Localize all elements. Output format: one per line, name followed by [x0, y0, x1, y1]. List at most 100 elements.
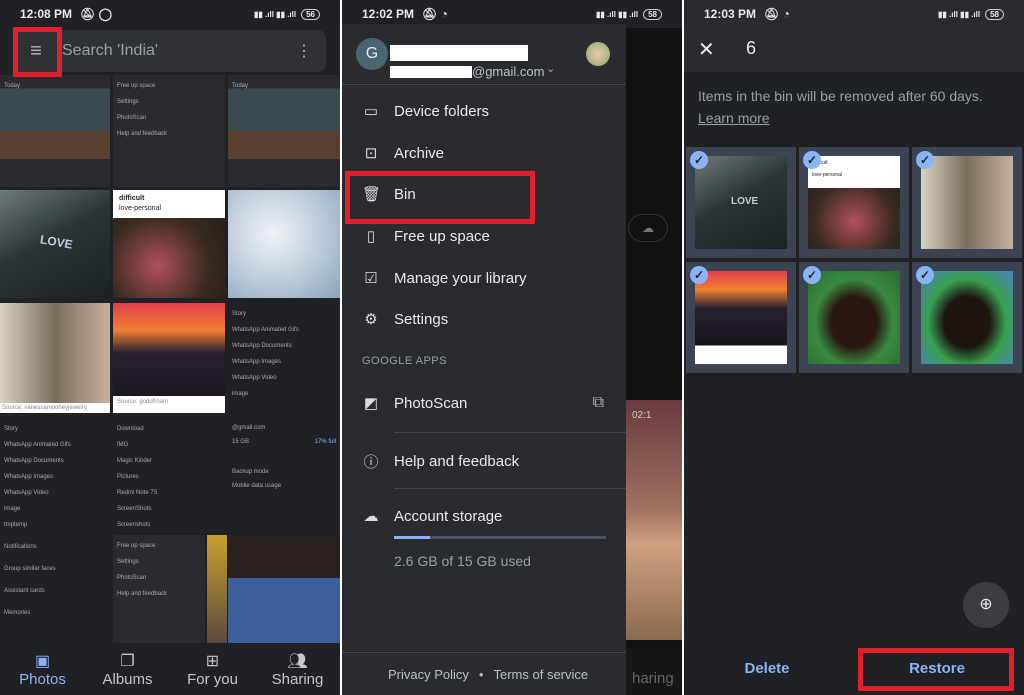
nav-photos[interactable]: ▣ Photos — [0, 645, 85, 695]
thumb-folders-list-3[interactable]: Download IMG Magic Kinder Pictures Redmi Not… — [113, 418, 225, 533]
thumb-clothing[interactable]: Source: vanessamooneyjewelry — [0, 303, 110, 413]
albums-icon: ❐ — [120, 653, 135, 670]
navigation-drawer: G @gmail.com ⌄ ▭ Device folders ⊡ Archive … — [342, 24, 626, 695]
photos-screen: 12:08 PM 🔕︎ ◯ ▮▮ .ıll ▮▮ .ıll 56 ≡ Search … — [0, 0, 340, 695]
photoscan-icon: ◩ — [363, 395, 379, 412]
terms-link[interactable]: Terms of service — [493, 667, 588, 682]
cloud-icon: ☁ — [628, 214, 668, 242]
battery-icon: 58 — [985, 8, 1004, 20]
divider — [394, 432, 626, 433]
more-options-icon[interactable]: ⋮ — [296, 41, 312, 61]
status-bar: 12:08 PM 🔕︎ ◯ ▮▮ .ıll ▮▮ .ıll 56 — [0, 0, 340, 28]
help-icon: ⓘ — [363, 454, 379, 471]
thumb-folders-list-2[interactable]: Story WhatsApp Animated Gifs WhatsApp Docu… — [0, 418, 110, 643]
bottom-nav: ▣ Photos ❐ Albums ⊞ For you 👥︎ Sharing — [0, 645, 340, 695]
nav-for-you[interactable]: ⊞ For you — [170, 645, 255, 695]
bin-item[interactable]: ✓ LOVE — [686, 147, 796, 258]
nav-sharing[interactable]: 👥︎ Sharing — [255, 645, 340, 695]
drawer-screen: 12:02 PM 🔕︎ ◔ ▮▮ .ıll ▮▮ .ıll 58 ☁ 02:1 ha… — [342, 0, 682, 695]
menu-settings[interactable]: ⚙ Settings — [362, 310, 448, 329]
section-label: GOOGLE APPS — [362, 355, 447, 367]
bin-item[interactable]: ✓ — [912, 262, 1022, 373]
thumb-clouds[interactable] — [228, 190, 340, 298]
thumb-screenshot-2[interactable]: Today — [228, 75, 340, 187]
thumb-folders-list[interactable]: Story WhatsApp Animated Gifs WhatsApp Docu… — [228, 303, 340, 413]
check-icon[interactable]: ✓ — [916, 266, 934, 284]
zoom-in-icon: ⊕ — [979, 596, 993, 613]
check-icon[interactable]: ✓ — [690, 151, 708, 169]
bin-screen: 12:03 PM 🔕︎ ◔ ▮▮ .ıll ▮▮ .ıll 58 ✕ 6 Items… — [684, 0, 1024, 695]
divider — [394, 488, 626, 489]
for-you-icon: ⊞ — [205, 653, 220, 670]
search-input[interactable]: Search 'India' — [62, 42, 158, 60]
folder-icon: ▭ — [363, 103, 379, 120]
battery-icon: 56 — [301, 8, 320, 20]
menu-device-folders[interactable]: ▭ Device folders — [362, 102, 489, 121]
close-icon[interactable]: ✕ — [698, 37, 715, 62]
menu-free-up-space[interactable]: ▯ Free up space — [362, 227, 490, 246]
avatar: G — [356, 38, 388, 70]
signal-icon: ▮▮ .ıll ▮▮ .ıll — [938, 9, 981, 19]
thumb-photo[interactable] — [207, 535, 227, 643]
zoom-button[interactable]: ⊕ — [963, 582, 1009, 628]
menu-manage-library[interactable]: ☑ Manage your library — [362, 269, 526, 288]
manage-library-icon: ☑ — [364, 270, 378, 287]
cloud-icon: ☁ — [363, 508, 379, 525]
redacted-email — [390, 66, 472, 78]
mute-icon: 🔕︎ ◔ — [422, 7, 448, 21]
thumb-account[interactable]: @gmail.com 15 GB 17% full Backup mode Mobil… — [228, 418, 340, 533]
signal-icon: ▮▮ .ıll ▮▮ .ıll — [254, 9, 297, 19]
divider — [342, 652, 626, 653]
menu-help[interactable]: ⓘ Help and feedback — [362, 451, 519, 472]
menu-photoscan[interactable]: ◩ PhotoScan ⧉ — [362, 394, 604, 412]
check-icon[interactable]: ✓ — [690, 266, 708, 284]
bin-item[interactable]: ✓ — [799, 262, 909, 373]
status-bar: 12:03 PM 🔕︎ ◔ ▮▮ .ıll ▮▮ .ıll 58 — [684, 0, 1024, 28]
check-icon[interactable]: ✓ — [803, 266, 821, 284]
sharing-icon: 👥︎ — [287, 653, 308, 670]
storage-bar-fill — [394, 536, 431, 539]
storage-bar — [394, 536, 606, 539]
delete-button[interactable]: Delete — [724, 660, 810, 677]
mute-icon: 🔕︎ ◔ — [764, 7, 790, 21]
thumb-drawer-screenshot[interactable]: Free up space Settings PhotoScan Help and f… — [113, 75, 225, 187]
nav-albums[interactable]: ❐ Albums — [85, 645, 170, 695]
storage-used-text: 2.6 GB of 15 GB used — [394, 553, 531, 569]
gear-icon: ⚙ — [364, 311, 378, 328]
highlight-menu-button — [13, 27, 62, 77]
thumb-charger[interactable] — [228, 535, 340, 643]
thumb-screenshot[interactable]: Today — [0, 75, 110, 187]
menu-archive[interactable]: ⊡ Archive — [362, 144, 444, 163]
bin-item[interactable]: ✓ — [912, 147, 1022, 258]
privacy-policy-link[interactable]: Privacy Policy — [388, 667, 469, 682]
signal-icon: ▮▮ .ıll ▮▮ .ıll — [596, 9, 639, 19]
learn-more-link[interactable]: Learn more — [698, 110, 770, 126]
check-icon[interactable]: ✓ — [916, 151, 934, 169]
selected-count: 6 — [746, 38, 757, 58]
bin-notice: Items in the bin will be removed after 6… — [698, 88, 983, 104]
thumb-drawer-screenshot-2[interactable]: Free up space Settings PhotoScan Help and f… — [113, 535, 205, 643]
profile-photo[interactable] — [586, 42, 610, 66]
check-icon[interactable]: ✓ — [803, 151, 821, 169]
thumb-love-street[interactable]: LOVE — [0, 190, 110, 298]
battery-icon: 58 — [643, 8, 662, 20]
chevron-down-icon[interactable]: ⌄ — [546, 62, 555, 75]
background-photos: ☁ 02:1 haring — [626, 28, 682, 687]
account-header[interactable]: G @gmail.com ⌄ — [356, 36, 616, 80]
highlight-restore — [858, 648, 1014, 691]
thumb-roses-post[interactable]: difficult love-personal — [113, 190, 225, 298]
highlight-bin — [345, 171, 535, 224]
photo-icon: ▣ — [34, 653, 51, 670]
mute-icon: 🔕︎ ◯ — [80, 7, 113, 21]
bin-item[interactable]: ✓difficultlove-personal — [799, 147, 909, 258]
thumb-sunset[interactable]: Source: godofroam — [113, 303, 225, 413]
drawer-footer: Privacy Policy • Terms of service — [388, 667, 589, 682]
redacted-name — [390, 45, 528, 61]
divider — [342, 84, 626, 85]
bin-item[interactable]: ✓ — [686, 262, 796, 373]
archive-icon: ⊡ — [364, 145, 378, 162]
selection-toolbar: ✕ 6 — [684, 28, 1024, 72]
menu-account-storage[interactable]: ☁ Account storage — [362, 507, 503, 526]
free-up-space-icon: ▯ — [366, 228, 376, 245]
external-link-icon: ⧉ — [592, 394, 604, 411]
